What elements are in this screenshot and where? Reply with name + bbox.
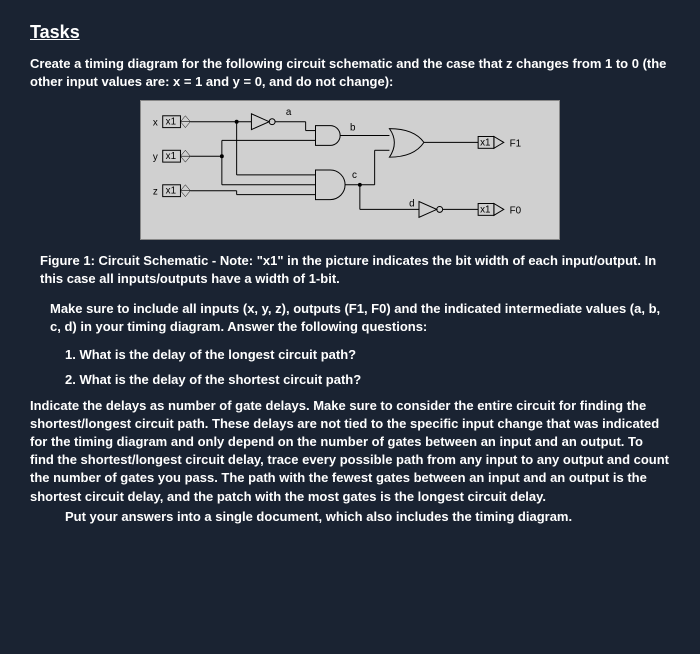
instructions-paragraph: Make sure to include all inputs (x, y, z… — [30, 300, 670, 336]
output-f0-label: F0 — [510, 205, 522, 216]
output-f0-bitwidth: x1 — [480, 204, 490, 215]
input-y-label: y — [153, 152, 158, 163]
figure-caption: Figure 1: Circuit Schematic - Note: "x1"… — [30, 252, 670, 288]
delay-explanation-paragraph: Indicate the delays as number of gate de… — [30, 397, 670, 506]
output-f1-label: F1 — [510, 138, 522, 149]
final-instruction: Put your answers into a single document,… — [30, 508, 670, 526]
or-gate-f1 — [389, 128, 423, 157]
question-1: 1. What is the delay of the longest circ… — [30, 346, 670, 364]
wire-a-label: a — [286, 106, 292, 117]
tasks-heading: Tasks — [30, 20, 670, 45]
output-f1-bitwidth: x1 — [480, 137, 490, 148]
not-gate-d — [419, 201, 437, 217]
not-gate-a — [251, 113, 269, 129]
input-y-bitwidth: x1 — [166, 151, 176, 162]
input-z-label: z — [153, 186, 158, 197]
circuit-schematic-figure: x x1 y x1 z x1 a — [140, 100, 560, 240]
and-gate-c — [316, 170, 346, 200]
question-2: 2. What is the delay of the shortest cir… — [30, 371, 670, 389]
wire-d-label: d — [409, 198, 414, 209]
task-intro-text: Create a timing diagram for the followin… — [30, 55, 670, 91]
input-z-bitwidth: x1 — [166, 185, 176, 196]
input-x-label: x — [153, 117, 158, 128]
input-x-bitwidth: x1 — [166, 116, 176, 127]
and-gate-b — [316, 125, 341, 145]
wire-c-label: c — [352, 169, 357, 180]
wire-b-label: b — [350, 122, 356, 133]
